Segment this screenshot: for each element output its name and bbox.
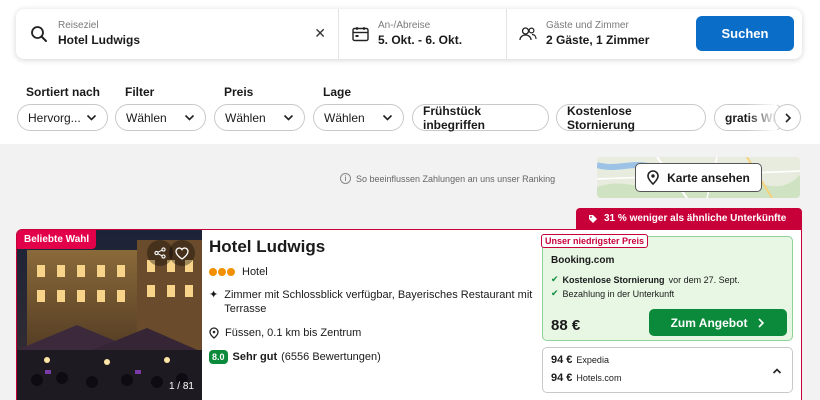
price-value: Wählen xyxy=(225,110,266,125)
check-icon: ✔ xyxy=(551,288,559,298)
dates-label: An-/Abreise xyxy=(378,20,431,31)
heart-icon[interactable] xyxy=(169,240,195,266)
deal-banner-text: 31 % weniger als ähnliche Unterkünfte xyxy=(604,213,787,224)
chip-breakfast[interactable]: Frühstück inbegriffen xyxy=(412,104,549,132)
info-icon: i xyxy=(340,173,351,184)
offer-price: 88 € xyxy=(551,317,581,334)
chevron-down-icon xyxy=(86,114,97,121)
filter-bar: Sortiert nach Hervorg... Filter Wählen P… xyxy=(17,84,820,134)
location-label: Lage xyxy=(323,85,352,99)
other-offer-row[interactable]: 94 € Expedia xyxy=(551,354,609,366)
offer-benefit-rest: vor dem 27. Sept. xyxy=(668,274,740,285)
hotel-location: Füssen, 0.1 km bis Zentrum xyxy=(209,327,361,339)
sort-label: Sortiert nach xyxy=(26,85,101,99)
other-offer-row[interactable]: 94 € Hotels.com xyxy=(551,372,621,384)
scroll-right-button[interactable] xyxy=(774,104,801,131)
offer-benefit: ✔ Bezahlung in der Unterkunft xyxy=(551,288,674,299)
search-bar: Reiseziel Hotel Ludwigs ✕ An-/Abreise 5.… xyxy=(16,9,802,59)
review-count: (6556 Bewertungen) xyxy=(281,351,381,363)
map-pin-icon xyxy=(647,170,659,185)
chevron-down-icon xyxy=(184,114,195,121)
chevron-down-icon xyxy=(382,114,393,121)
map-pin-icon xyxy=(209,327,219,339)
other-offer-price: 94 € xyxy=(551,372,573,384)
guests-field[interactable]: Gäste und Zimmer 2 Gäste, 1 Zimmer xyxy=(507,9,687,59)
chevron-up-icon[interactable] xyxy=(772,367,782,375)
clear-icon[interactable]: ✕ xyxy=(314,25,326,42)
other-offers[interactable]: 94 € Expedia 94 € Hotels.com xyxy=(542,347,793,393)
chevron-right-icon xyxy=(784,112,791,123)
calendar-icon xyxy=(345,26,375,42)
hotel-card[interactable]: Beliebte Wahl 1 / 81 Hotel Ludwigs Hotel… xyxy=(16,229,802,400)
date-field[interactable]: An-/Abreise 5. Okt. - 6. Okt. xyxy=(339,9,507,59)
guests-label: Gäste und Zimmer xyxy=(546,20,629,31)
ranking-note-text: So beeinflussen Zahlungen an uns unser R… xyxy=(356,173,556,184)
location-dropdown[interactable]: Wählen xyxy=(313,104,404,131)
deal-banner: 31 % weniger als ähnliche Unterkünfte xyxy=(576,208,802,229)
destination-label: Reiseziel xyxy=(58,20,99,31)
view-map-label: Karte ansehen xyxy=(667,170,750,185)
chip-free-cancellation[interactable]: Kostenlose Stornierung xyxy=(556,104,706,132)
hotel-feature: ✦ Zimmer mit Schlossblick verfügbar, Bay… xyxy=(209,288,539,316)
hotel-name[interactable]: Hotel Ludwigs xyxy=(209,237,325,257)
ranking-note[interactable]: i So beeinflussen Zahlungen an uns unser… xyxy=(340,173,555,184)
popular-badge: Beliebte Wahl xyxy=(17,230,97,249)
hotel-type: Hotel xyxy=(242,266,268,278)
hotel-class: Hotel xyxy=(209,266,268,278)
other-offer-provider: Expedia xyxy=(576,355,609,365)
search-icon xyxy=(24,25,54,43)
offer-benefit-bold: Kostenlose Stornierung xyxy=(562,274,665,285)
filter-label: Filter xyxy=(125,85,155,99)
location-value: Wählen xyxy=(324,110,365,125)
search-button[interactable]: Suchen xyxy=(696,16,794,51)
offer-benefit: ✔ Kostenlose Stornierung vor dem 27. Sep… xyxy=(551,274,740,285)
other-offer-price: 94 € xyxy=(551,354,573,366)
filter-value: Wählen xyxy=(126,110,167,125)
hotel-photo[interactable]: Beliebte Wahl 1 / 81 xyxy=(17,230,202,400)
price-label: Preis xyxy=(224,85,254,99)
view-map-button[interactable]: Karte ansehen xyxy=(635,163,762,192)
best-offer[interactable]: Booking.com ✔ Kostenlose Stornierung vor… xyxy=(542,236,793,341)
hotel-feature-text: Zimmer mit Schlossblick verfügbar, Bayer… xyxy=(224,289,533,315)
view-deal-label: Zum Angebot xyxy=(670,315,748,330)
sparkle-icon: ✦ xyxy=(209,289,219,301)
star-dot xyxy=(227,268,235,276)
sort-value: Hervorg... xyxy=(28,110,81,125)
guests-icon xyxy=(513,26,543,42)
destination-value[interactable]: Hotel Ludwigs xyxy=(58,32,140,48)
rating-text: Sehr gut xyxy=(232,351,278,363)
results-area: i So beeinflussen Zahlungen an uns unser… xyxy=(0,144,820,400)
offer-provider: Booking.com xyxy=(551,255,615,266)
hotel-rating[interactable]: 8.0 Sehr gut (6556 Bewertungen) xyxy=(209,350,381,364)
star-dot xyxy=(218,268,226,276)
price-dropdown[interactable]: Wählen xyxy=(214,104,305,131)
offer-benefit-text: Bezahlung in der Unterkunft xyxy=(562,288,675,299)
tag-icon xyxy=(589,214,597,223)
destination-field[interactable]: Reiseziel Hotel Ludwigs ✕ xyxy=(16,9,339,59)
other-offer-provider: Hotels.com xyxy=(576,373,622,383)
rating-score: 8.0 xyxy=(209,350,228,364)
check-icon: ✔ xyxy=(551,274,559,284)
chevron-down-icon xyxy=(283,114,294,121)
guests-value: 2 Gäste, 1 Zimmer xyxy=(546,33,650,47)
filter-dropdown[interactable]: Wählen xyxy=(115,104,206,131)
hotel-location-text: Füssen, 0.1 km bis Zentrum xyxy=(225,327,362,339)
star-dot xyxy=(209,268,217,276)
chevron-right-icon xyxy=(758,317,765,328)
photo-counter: 1 / 81 xyxy=(168,381,194,392)
view-deal-button[interactable]: Zum Angebot xyxy=(649,309,787,336)
sort-dropdown[interactable]: Hervorg... xyxy=(17,104,108,131)
map-preview[interactable]: Karte ansehen xyxy=(597,157,800,198)
dates-value: 5. Okt. - 6. Okt. xyxy=(378,33,463,47)
lowest-price-tag: Unser niedrigster Preis xyxy=(541,234,649,248)
